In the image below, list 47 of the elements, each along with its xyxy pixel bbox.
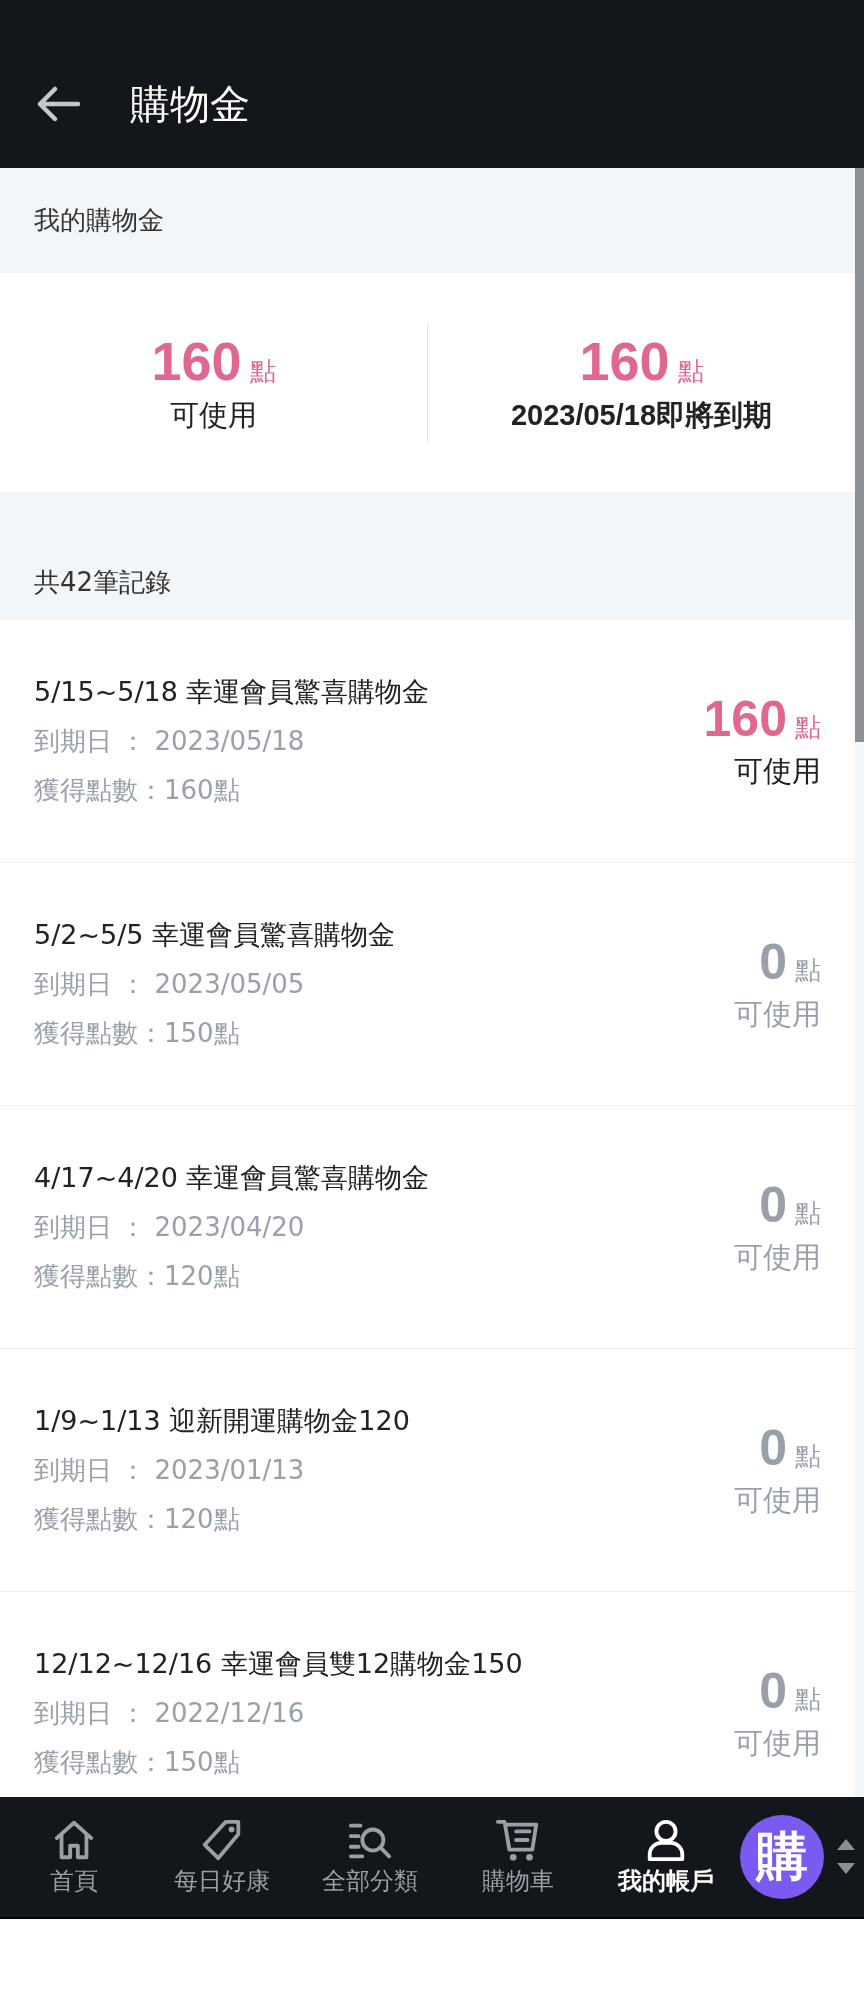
nav-tab[interactable]: 首頁 bbox=[0, 1817, 148, 1897]
record-title: 1/9~1/13 迎新開運購物金120 bbox=[34, 1404, 410, 1438]
points-amount: 160 bbox=[579, 329, 670, 392]
earned-points: 獲得點數：120點 bbox=[34, 1503, 241, 1536]
expiry-date: 到期日 ： 2023/04/20 bbox=[34, 1211, 306, 1244]
earned-points: 獲得點數：150點 bbox=[34, 1746, 241, 1779]
page-title: 購物金 bbox=[130, 79, 250, 129]
points-amount: 0 bbox=[759, 933, 787, 991]
expiry-date: 到期日 ： 2023/05/05 bbox=[34, 968, 306, 1001]
record-title: 5/15~5/18 幸運會員驚喜購物金 bbox=[34, 675, 430, 709]
points-unit: 點 bbox=[249, 354, 276, 388]
earned-points: 獲得點數：120點 bbox=[34, 1260, 241, 1293]
record-status: 可使用 bbox=[734, 1725, 821, 1762]
record-status: 可使用 bbox=[734, 1239, 821, 1276]
points-unit: 點 bbox=[795, 711, 821, 744]
points-amount: 160 bbox=[703, 690, 787, 748]
nav-tab[interactable]: 每日好康 bbox=[148, 1817, 296, 1897]
points-amount: 0 bbox=[759, 1662, 787, 1720]
points-unit: 點 bbox=[795, 1197, 821, 1230]
record-status: 可使用 bbox=[734, 753, 821, 790]
points-unit: 點 bbox=[677, 354, 704, 388]
points-amount: 160 bbox=[151, 329, 242, 392]
expiry-date: 到期日 ： 2023/01/13 bbox=[34, 1454, 306, 1487]
record-status: 可使用 bbox=[734, 996, 821, 1033]
record-status: 可使用 bbox=[734, 1482, 821, 1519]
nav-tab[interactable]: 我的帳戶 bbox=[592, 1817, 740, 1897]
expiry-date: 到期日 ： 2022/12/16 bbox=[34, 1697, 306, 1730]
points-unit: 點 bbox=[795, 1440, 821, 1473]
record-title: 4/17~4/20 幸運會員驚喜購物金 bbox=[34, 1161, 430, 1195]
points-amount: 0 bbox=[759, 1419, 787, 1477]
nav-tab[interactable]: 全部分類 bbox=[296, 1817, 444, 1897]
back-arrow-icon[interactable] bbox=[36, 86, 80, 122]
points-label: 可使用 bbox=[170, 396, 257, 434]
points-amount: 0 bbox=[759, 1176, 787, 1234]
nav-tab[interactable]: 購物車 bbox=[444, 1817, 592, 1897]
section-heading: 我的購物金 bbox=[34, 204, 164, 237]
points-label: 2023/05/18即將到期 bbox=[510, 397, 773, 433]
points-unit: 點 bbox=[795, 954, 821, 987]
earned-points: 獲得點數：150點 bbox=[34, 1017, 241, 1050]
record-title: 12/12~12/16 幸運會員雙12購物金150 bbox=[34, 1647, 523, 1681]
record-count: 共42筆記錄 bbox=[34, 566, 172, 599]
points-unit: 點 bbox=[795, 1683, 821, 1716]
shop-badge[interactable]: 購 bbox=[740, 1815, 824, 1899]
expiry-date: 到期日 ： 2023/05/18 bbox=[34, 725, 306, 758]
record-title: 5/2~5/5 幸運會員驚喜購物金 bbox=[34, 918, 396, 952]
cart-icon bbox=[495, 1817, 541, 1863]
earned-points: 獲得點數：160點 bbox=[34, 774, 241, 807]
